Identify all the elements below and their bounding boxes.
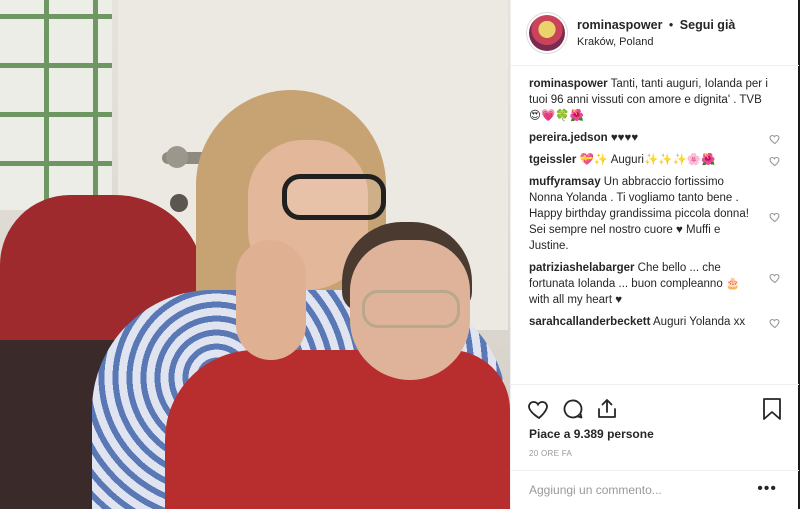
comment-icon[interactable]	[561, 397, 585, 421]
small-heart-icon[interactable]	[769, 211, 781, 223]
follow-button[interactable]: Segui già	[680, 18, 736, 32]
caption-username[interactable]: rominaspower	[529, 78, 608, 90]
post-caption: rominaspower Tanti, tanti auguri, Ioland…	[529, 76, 777, 124]
comment-username[interactable]: patriziashelabarger	[529, 262, 634, 274]
post-header: rominaspower • Segui già Kraków, Poland	[511, 0, 799, 66]
comment-text: ♥♥♥♥	[610, 132, 639, 144]
photo-door-knob	[166, 146, 188, 168]
comment-username[interactable]: sarahcallanderbeckett	[529, 316, 650, 328]
comment-username[interactable]: muffyramsay	[529, 176, 601, 188]
post-photo[interactable]	[0, 0, 510, 509]
header-line: rominaspower • Segui già	[577, 18, 735, 32]
header-separator: •	[668, 17, 674, 32]
photo-elder-shirt	[165, 350, 510, 509]
comment-username[interactable]: pereira.jedson	[529, 132, 608, 144]
add-comment-bar: •••	[511, 470, 799, 509]
photo-woman-hand	[236, 240, 306, 360]
post-timestamp[interactable]: 20 ORE FA	[529, 449, 572, 458]
post-side-panel: rominaspower • Segui già Kraków, Poland …	[510, 0, 799, 509]
share-icon[interactable]	[595, 397, 619, 421]
bookmark-icon[interactable]	[761, 397, 783, 421]
small-heart-icon[interactable]	[769, 317, 781, 329]
comment-input[interactable]	[529, 483, 749, 497]
comments-list[interactable]: rominaspower Tanti, tanti auguri, Ioland…	[511, 66, 799, 384]
comment-item: sarahcallanderbeckett Auguri Yolanda xx	[529, 314, 780, 330]
header-text: rominaspower • Segui già Kraków, Poland	[577, 18, 735, 48]
photo-tiles	[0, 0, 112, 210]
heart-icon[interactable]	[527, 397, 551, 421]
comment-item: patriziashelabarger Che bello ... che fo…	[529, 260, 780, 308]
comment-username[interactable]: tgeissler	[529, 154, 576, 166]
small-heart-icon[interactable]	[769, 272, 781, 284]
comment-item: pereira.jedson ♥♥♥♥	[529, 130, 780, 146]
photo-door-lock	[170, 194, 188, 212]
header-username[interactable]: rominaspower	[577, 18, 662, 32]
comment-text: Auguri Yolanda xx	[653, 316, 746, 328]
avatar[interactable]	[529, 14, 565, 51]
instagram-post: rominaspower • Segui già Kraków, Poland …	[0, 0, 800, 509]
likes-count[interactable]: Piace a 9.389 persone	[529, 427, 654, 441]
photo-elder-glasses	[362, 290, 460, 328]
location-link[interactable]: Kraków, Poland	[577, 36, 735, 48]
photo-woman-glasses	[282, 174, 386, 220]
comment-item: muffyramsay Un abbraccio fortissimo Nonn…	[529, 174, 780, 254]
comment-text: 💝✨ Auguri✨✨✨🌸🌺	[579, 154, 716, 166]
action-icons-row	[527, 397, 783, 423]
small-heart-icon[interactable]	[769, 155, 781, 167]
small-heart-icon[interactable]	[769, 133, 781, 145]
more-options-icon[interactable]: •••	[757, 481, 777, 497]
comment-item: tgeissler 💝✨ Auguri✨✨✨🌸🌺	[529, 152, 780, 168]
